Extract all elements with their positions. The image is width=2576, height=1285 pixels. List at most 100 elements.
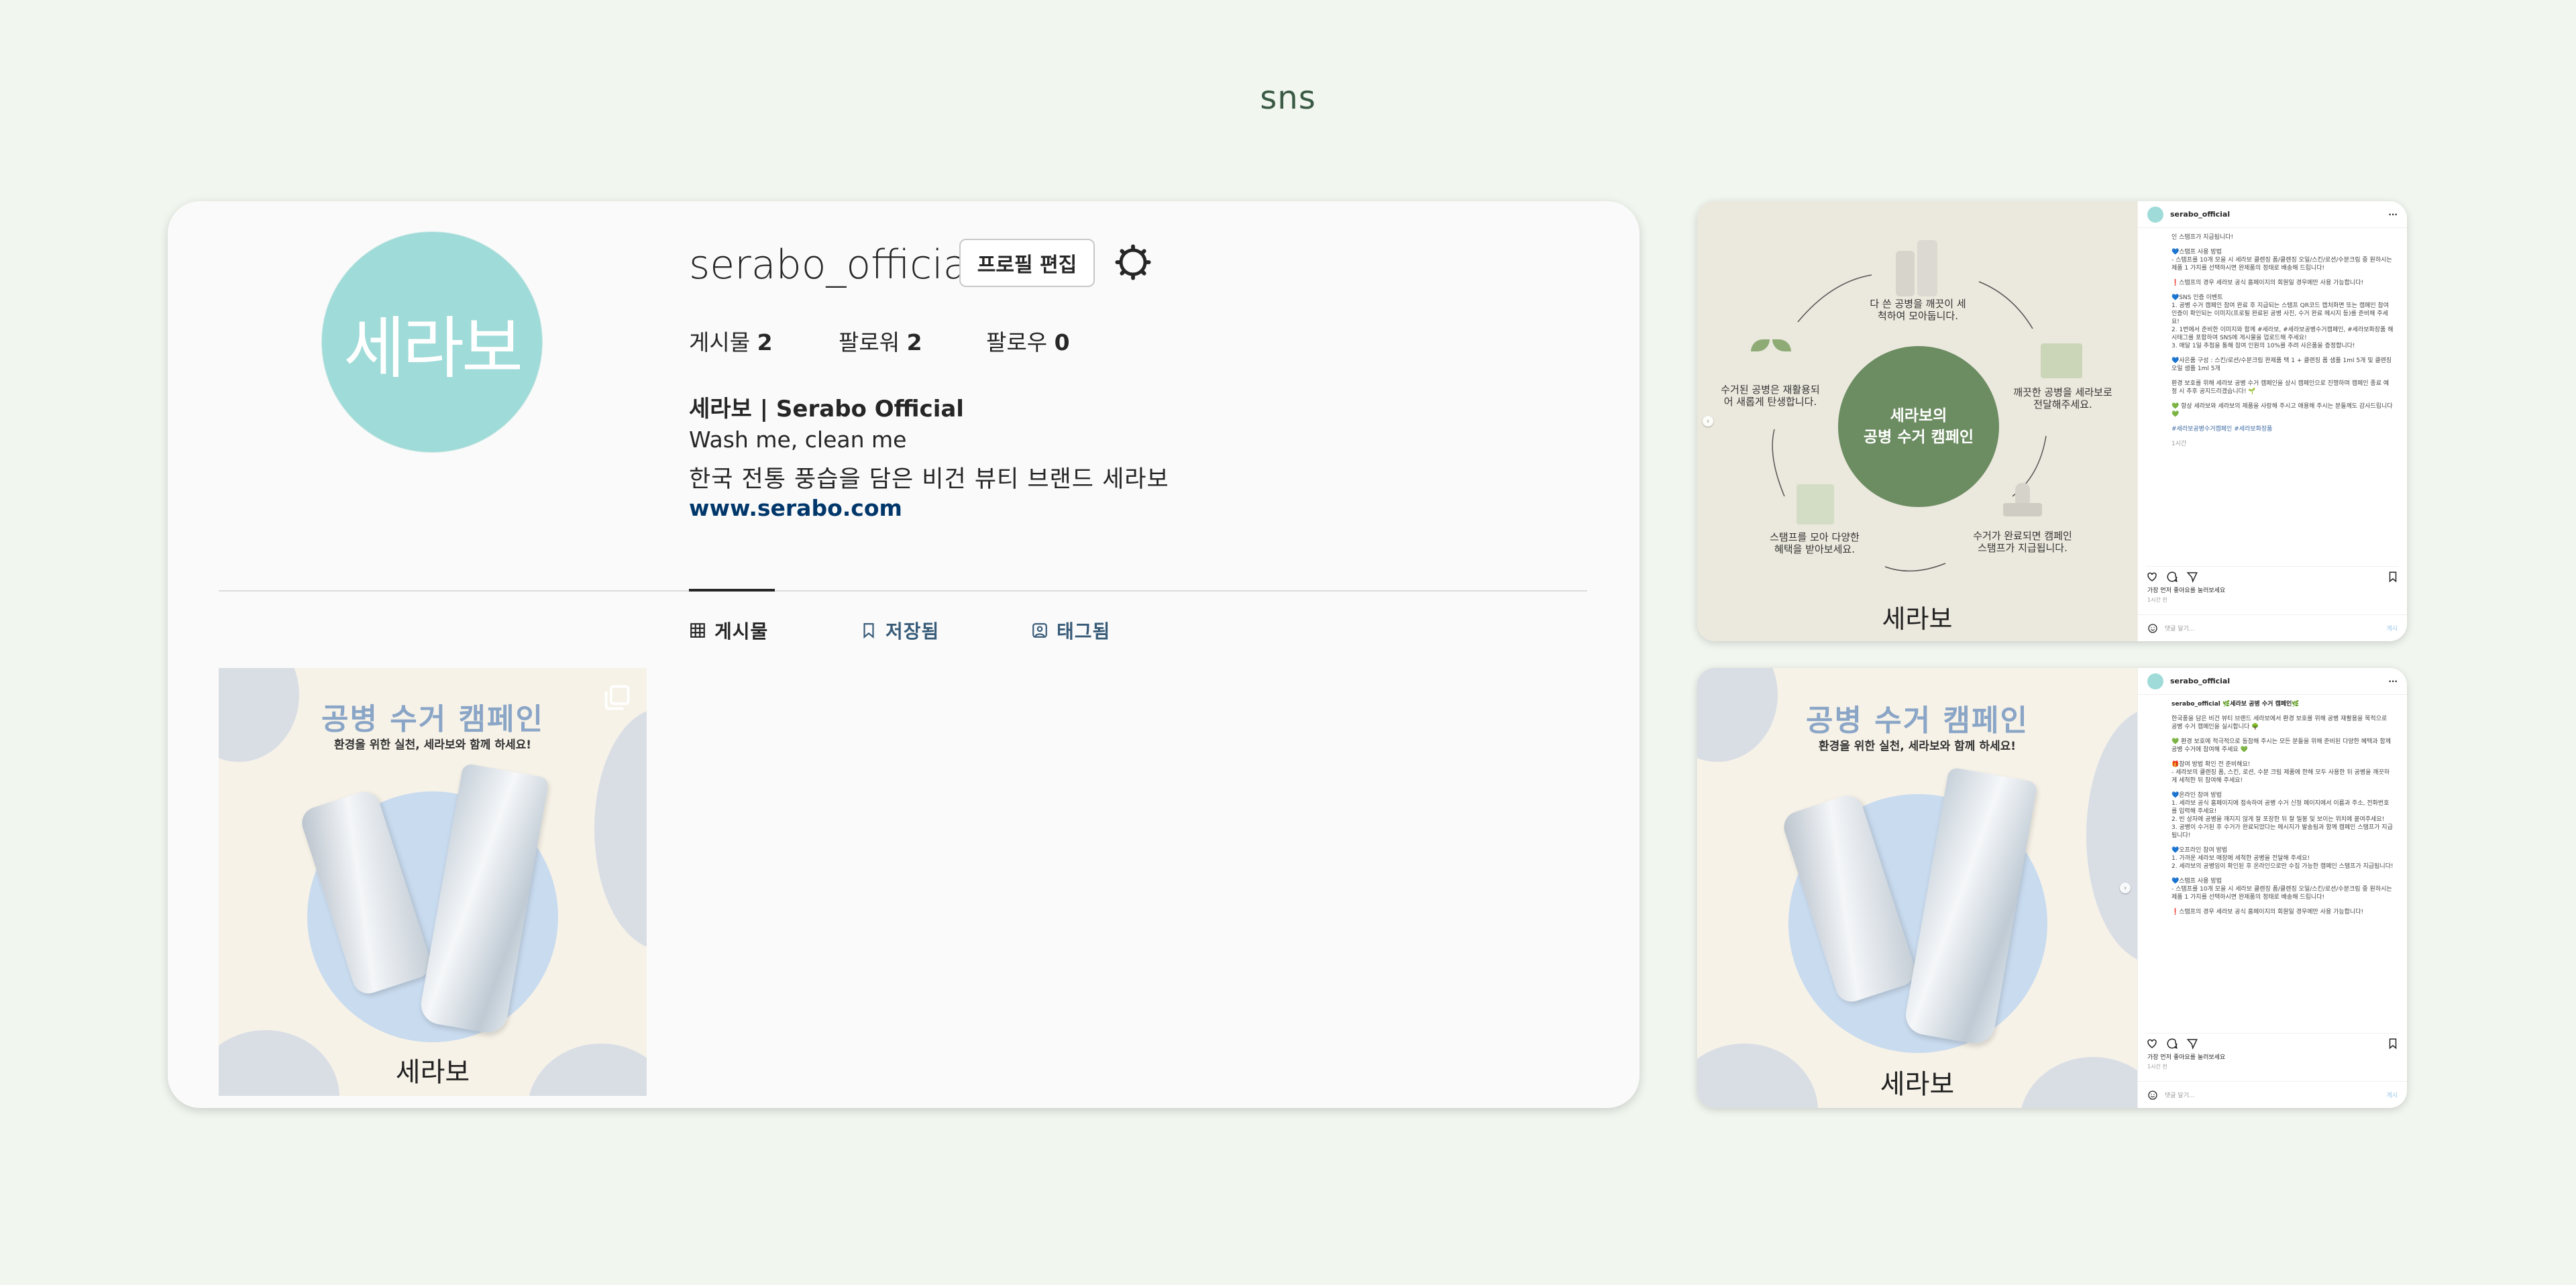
caption-paragraph: 💚 환경 보호에 적극적으로 동참해 주시는 모든 분들을 위해 준비된 다양한… [2171,738,2392,753]
diagram-logo: 세라보 [1882,604,1953,634]
emoji-icon[interactable] [2147,1090,2158,1101]
stat-posts-value: 2 [757,329,773,355]
comment-input[interactable]: 댓글 달기... [2165,1091,2195,1099]
caption-paragraph: 💙사은품 구성 : 스킨/로션/수분크림 완제품 택 1 + 클렌징 폼 샘플 … [2171,357,2392,372]
avatar[interactable] [2147,206,2163,223]
stat-following-label: 팔로우 [986,329,1048,355]
post-sidebar: serabo_official ··· 인 스탬프가 지급됩니다! 💙스탬프 사… [2137,201,2407,641]
stat-followers-value: 2 [906,329,922,355]
post-comment-button[interactable]: 게시 [2386,624,2398,632]
center-title-line: 공병 수거 캠페인 [1863,429,1974,446]
edit-profile-button[interactable]: 프로필 편집 [959,239,1095,287]
stat-posts-label: 게시물 [689,329,751,355]
caption-paragraph: 인 스탬프가 지급됩니다! [2171,234,2234,241]
caption-paragraph: 🎁참여 방법 확인 전 준비해요! - 세라보의 클렌징 폼, 스킨, 로션, … [2171,761,2390,784]
post-header: serabo_official ··· [2138,668,2407,695]
share-icon[interactable] [2186,571,2198,583]
carousel-next-button[interactable]: › [2120,883,2131,893]
active-tab-indicator [689,589,775,592]
bookmark-icon[interactable] [2387,1038,2399,1050]
tab-saved[interactable]: 저장됨 [860,617,939,644]
post-actions [2146,566,2399,583]
bookmark-icon [863,623,874,639]
more-options-icon[interactable]: ··· [2388,677,2398,686]
page-title: sns [1260,79,1316,117]
website-link[interactable]: www.serabo.com [689,495,902,521]
caption-paragraph: 💙오프라인 참여 방법 1. 가까운 세라보 매장에 세척한 공병을 전달해 주… [2171,847,2394,870]
poster-subtitle: 환경을 위한 실천, 세라보와 함께 하세요! [333,738,532,752]
poster-logo: 세라보 [1880,1069,1955,1100]
caption-paragraph: 💚 항상 세라보와 세라보의 제품을 사랑해 주시고 애용해 주시는 분들께도 … [2171,403,2393,418]
profile-card: 세라보 serabo_official 프로필 편집 게시물 2 팔로워 2 팔… [168,201,1640,1108]
avatar-logo-text: 세라보 [343,309,523,388]
step-label: 수거가 완료되면 캠페인 스탬프가 지급됩니다. [1973,530,2072,554]
heart-icon[interactable] [2146,1038,2158,1050]
heart-icon[interactable] [2146,571,2158,583]
post-comment-button[interactable]: 게시 [2386,1091,2398,1099]
poster-title: 공병 수거 캠페인 [321,702,544,736]
sprout-icon [1751,339,1791,364]
profile-username: serabo_official [689,241,979,288]
comment-icon[interactable] [2166,1038,2178,1050]
caption-paragraph: 💙스탬프 사용 방법 - 스탬프를 10개 모을 시 세라보 클렌징 폼/클렌징… [2171,249,2392,272]
post-account-name[interactable]: serabo_official [2170,677,2230,685]
post-sidebar: serabo_official ··· serabo_official 🌿세라보… [2137,668,2407,1108]
stat-followers-label: 팔로워 [839,329,900,355]
tab-saved-label: 저장됨 [885,620,940,642]
post-caption: serabo_official 🌿세라보 공병 수거 캠페인🌿 한국풍을 담은 … [2171,700,2394,1027]
poster-logo: 세라보 [395,1057,470,1088]
caption-paragraph: 💙온라인 참여 방법 1. 세라보 공식 홈페이지에 접속하여 공병 수거 신청… [2171,792,2393,839]
caption-time: 1시간 [2171,441,2187,447]
post-timestamp: 1시간 전 [2147,1064,2167,1070]
gear-icon[interactable] [1115,244,1151,280]
bio-line: 한국 전통 풍습을 담은 비건 뷰티 브랜드 세라보 [689,466,1169,493]
bio-line: Wash me, clean me [689,427,907,453]
post-account-name[interactable]: serabo_official [2170,210,2230,219]
post-preview-card: 공병 수거 캠페인 환경을 위한 실천, 세라보와 함께 하세요! 세라보 › … [1697,668,2407,1108]
post-image[interactable]: 공병 수거 캠페인 환경을 위한 실천, 세라보와 함께 하세요! 세라보 › [1697,668,2137,1108]
avatar[interactable]: 세라보 [322,232,542,452]
share-icon[interactable] [2186,1038,2198,1050]
caption-paragraph: 환경 보호를 위해 세라보 공병 수거 캠페인을 상시 캠페인으로 진행하며 캠… [2171,380,2390,395]
stamp-icon [2003,483,2042,526]
campaign-center-circle: 세라보의 공병 수거 캠페인 [1838,346,1999,507]
emoji-icon[interactable] [2147,623,2158,634]
poster-subtitle: 환경을 위한 실천, 세라보와 함께 하세요! [1818,740,2017,753]
caption-paragraph: 💙SNS 인증 이벤트 1. 공병 수거 캠페인 참여 완료 후 지급되는 스탬… [2171,294,2394,349]
caption-paragraph: ❗스탬프의 경우 세라보 공식 홈페이지의 회원일 경우에만 사용 가능합니다! [2171,280,2364,286]
comment-input[interactable]: 댓글 달기... [2165,624,2195,632]
post-timestamp: 1시간 전 [2147,597,2167,603]
more-options-icon[interactable]: ··· [2388,210,2398,219]
stat-followers[interactable]: 팔로워 2 [839,325,922,357]
bookmark-icon[interactable] [2387,571,2399,583]
campaign-diagram[interactable]: 세라보의 공병 수거 캠페인 다 쓴 공병을 깨끗이 세척하여 모아둡니다. 깨… [1697,201,2137,641]
carousel-prev-button[interactable]: ‹ [1703,416,1713,427]
carousel-icon [604,685,630,710]
stat-following-value: 0 [1054,329,1070,355]
tab-posts[interactable]: 게시물 [689,617,768,644]
likes-text: 가장 먼저 좋아요를 눌러보세요 [2147,588,2226,594]
post-preview-card: 세라보의 공병 수거 캠페인 다 쓴 공병을 깨끗이 세척하여 모아둡니다. 깨… [1697,201,2407,641]
poster-title: 공병 수거 캠페인 [1806,704,2029,738]
post-header: serabo_official ··· [2138,201,2407,228]
post-caption: 인 스탬프가 지급됩니다! 💙스탬프 사용 방법 - 스탬프를 10개 모을 시… [2171,233,2394,561]
comment-bar: 댓글 달기... 게시 [2138,614,2407,641]
caption-paragraph: serabo_official 🌿세라보 공병 수거 캠페인🌿 [2171,701,2300,708]
caption-hashtags[interactable]: #세라보공병수거캠페인 #세라보화장품 [2171,425,2394,433]
caption-paragraph: 한국풍을 담은 비건 뷰티 브랜드 세라보에서 환경 보호를 위해 공병 재활용… [2171,716,2387,730]
avatar[interactable] [2147,673,2163,689]
step-label: 수거된 공병은 재활용되어 새롭게 탄생합니다. [1721,384,1820,408]
tag-icon [1032,623,1047,638]
post-thumbnail[interactable]: 공병 수거 캠페인 환경을 위한 실천, 세라보와 함께 하세요! 세라보 [219,668,647,1096]
comment-bar: 댓글 달기... 게시 [2138,1081,2407,1108]
stat-following[interactable]: 팔로우 0 [986,325,1070,357]
likes-text: 가장 먼저 좋아요를 눌러보세요 [2147,1054,2226,1061]
step-label: 스탬프를 모아 다양한 혜택을 받아보세요. [1770,531,1860,555]
display-name: 세라보 | Serabo Official [689,396,964,423]
comment-icon[interactable] [2166,571,2178,583]
caption-paragraph: 💙스탬프 사용 방법 - 스탬프를 10개 모을 시 세라보 클렌징 폼/클렌징… [2171,878,2392,901]
tab-tagged[interactable]: 태그됨 [1031,617,1110,644]
step-label: 다 쓴 공병을 깨끗이 세척하여 모아둡니다. [1870,298,1966,322]
step-label: 깨끗한 공병을 세라보로 전달해주세요. [2013,386,2112,410]
tab-divider [219,590,1587,592]
